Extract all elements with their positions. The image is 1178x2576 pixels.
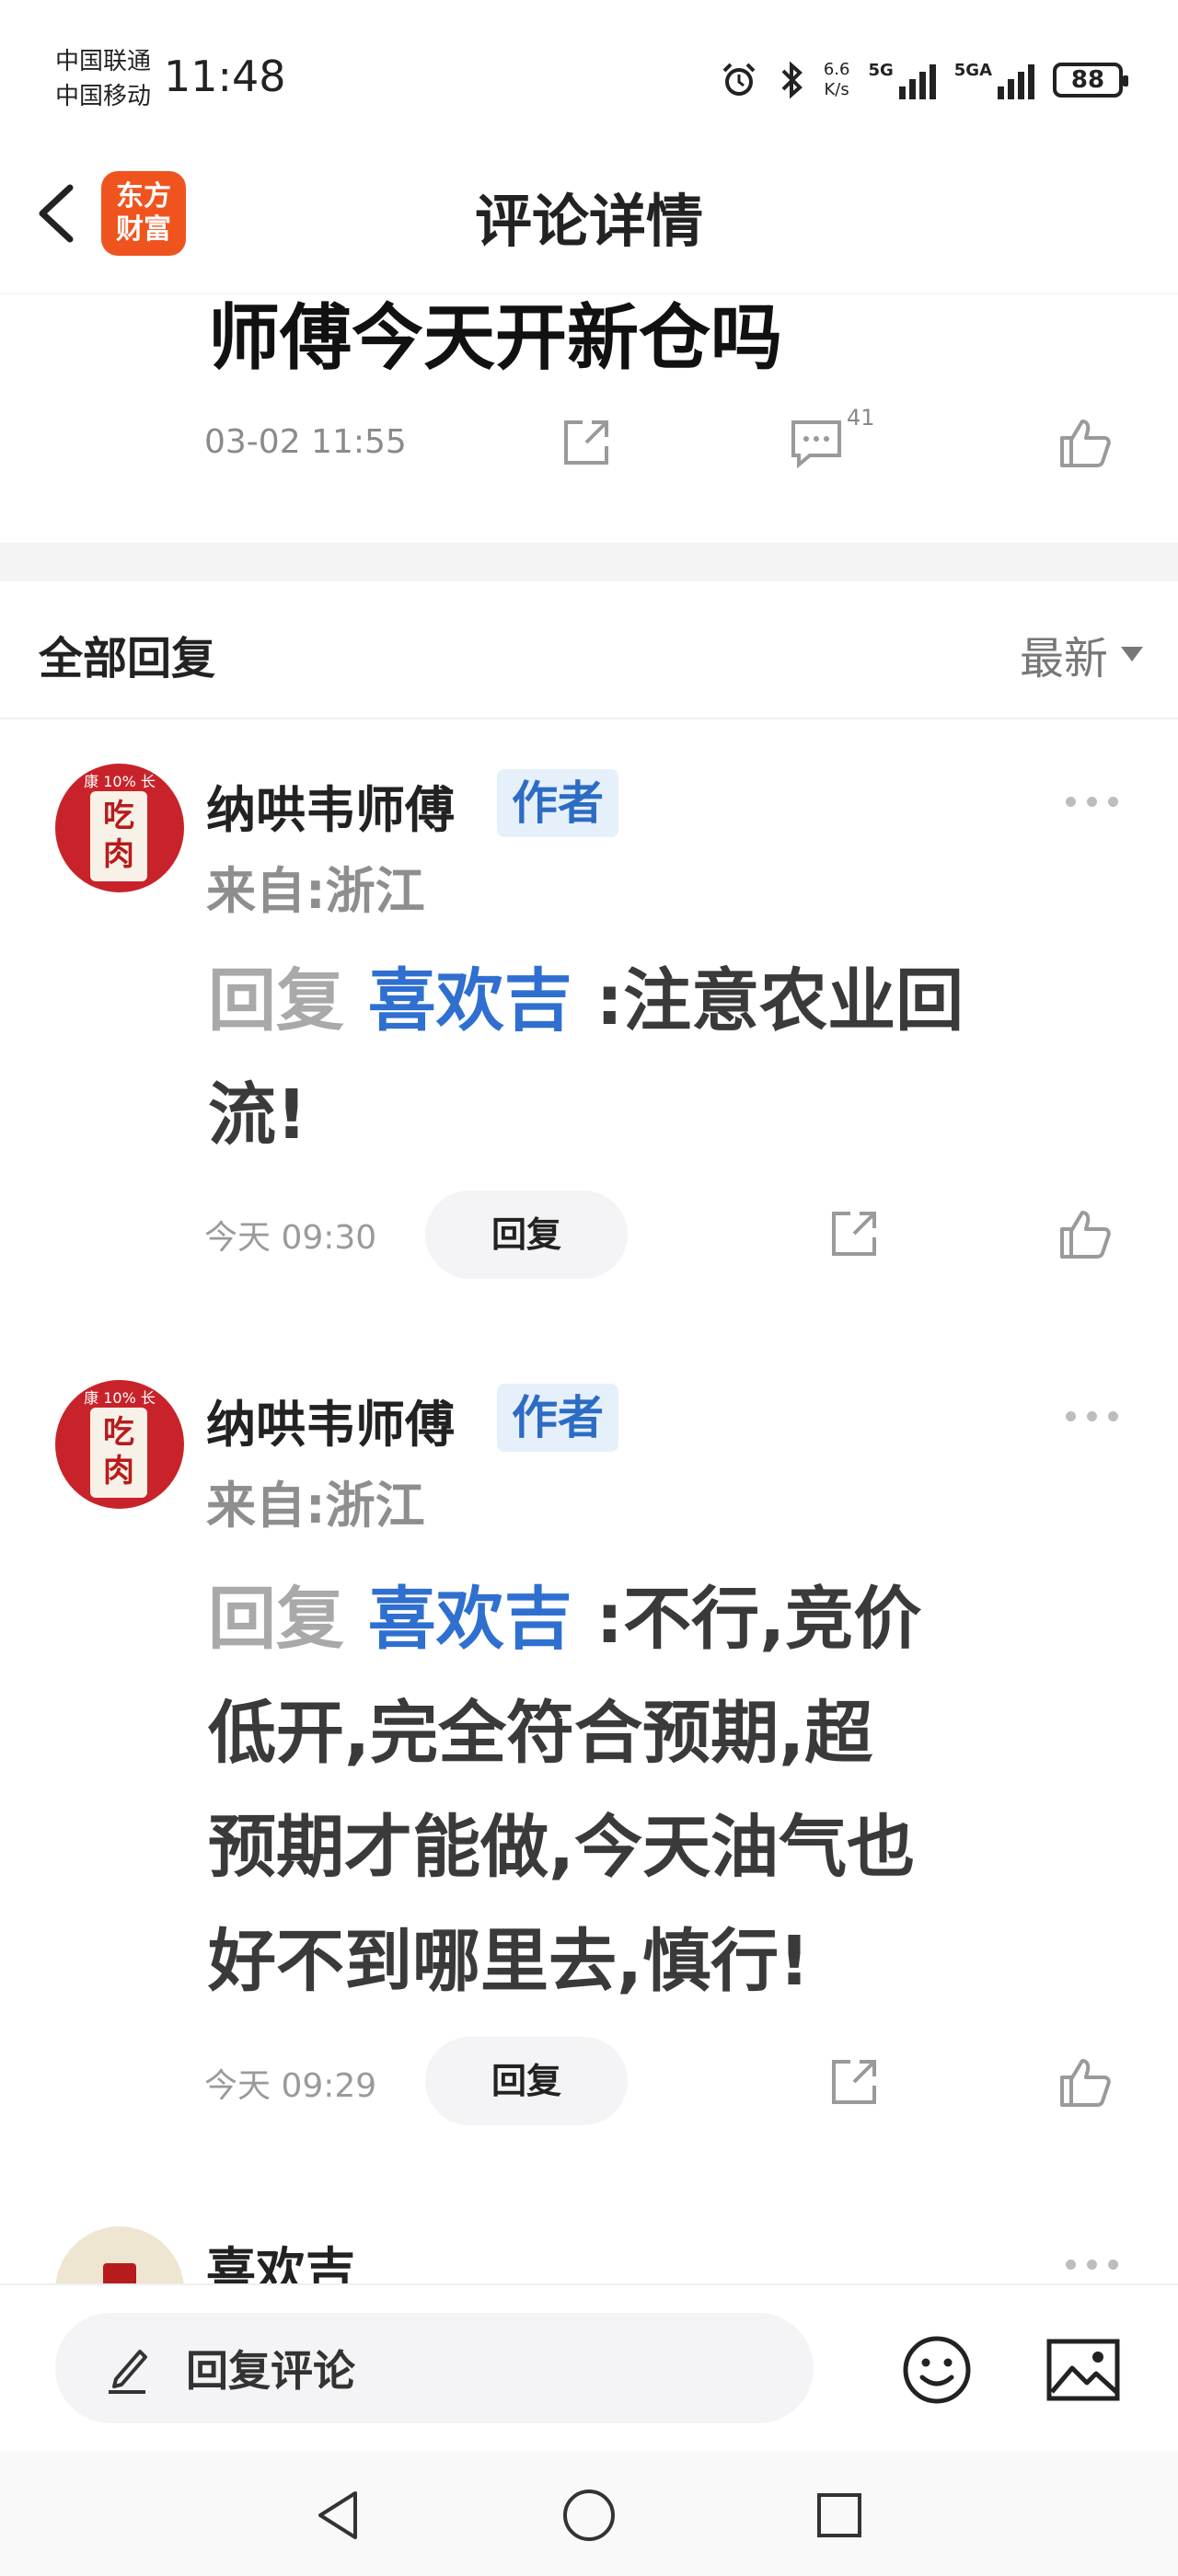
- network-speed: 6.6 K/s: [823, 60, 850, 99]
- thumbs-up-icon: [1060, 1211, 1111, 1259]
- share-button[interactable]: [822, 2050, 886, 2114]
- post-comment-button[interactable]: [784, 410, 849, 475]
- avatar-clip: [55, 2226, 184, 2283]
- emoji-button[interactable]: [898, 2331, 976, 2409]
- battery-icon: 88: [1053, 63, 1128, 98]
- user-name-clip: 喜欢吉: [206, 2230, 355, 2283]
- sort-dropdown[interactable]: 最新: [1020, 622, 1143, 686]
- location: 来自:浙江: [206, 862, 425, 920]
- user-name[interactable]: 喜欢吉: [206, 2230, 355, 2283]
- nav-home-button[interactable]: [552, 2480, 626, 2550]
- circle-home-icon: [563, 2490, 615, 2541]
- carrier-2: 中国移动: [55, 83, 152, 110]
- location: 来自:浙江: [206, 1477, 425, 1535]
- more-options-button[interactable]: [1066, 1411, 1118, 1421]
- triangle-back-icon: [318, 2491, 357, 2539]
- alarm-icon: [722, 63, 756, 96]
- share-icon: [564, 420, 608, 465]
- avatar[interactable]: 康 10% 长 吃肉: [55, 764, 184, 892]
- author-badge: 作者: [497, 1384, 618, 1452]
- page-title: 评论详情: [474, 188, 703, 255]
- section-divider: [0, 543, 1178, 581]
- carrier-1: 中国联通: [55, 48, 152, 75]
- image-button[interactable]: [1044, 2331, 1123, 2409]
- signal-5g-icon: 5G: [868, 61, 936, 99]
- reply-content: 回复 喜欢吉 :不行,竞价 低开,完全符合预期,超 预期才能做,今天油气也 好不…: [208, 1580, 922, 2001]
- mention-link[interactable]: 喜欢吉: [368, 961, 572, 1041]
- user-name[interactable]: 纳哄韦师傅: [206, 769, 455, 842]
- thumbs-up-icon: [1060, 420, 1111, 467]
- caret-down-icon: [1121, 647, 1143, 661]
- status-bar: 中国联通 中国移动 11:48 6.6 K/s 5G 5GA 88: [0, 0, 1178, 156]
- nav-back-button[interactable]: [302, 2480, 375, 2550]
- bluetooth-icon: [781, 61, 803, 99]
- more-options-button[interactable]: [1066, 797, 1118, 807]
- emoji-icon: [903, 2336, 971, 2404]
- post-date: 03-02 11:55: [204, 423, 407, 461]
- post-share-button[interactable]: [554, 410, 618, 475]
- nav-recents-button[interactable]: [803, 2480, 876, 2550]
- comment-input[interactable]: 回复评论: [55, 2313, 814, 2423]
- thumbs-up-icon: [1060, 2059, 1111, 2107]
- avatar[interactable]: 康 10% 长 吃肉: [55, 1380, 184, 1509]
- comment-count: 41: [847, 405, 875, 431]
- author-badge: 作者: [497, 769, 618, 837]
- avatar[interactable]: [55, 2226, 184, 2283]
- like-button[interactable]: [1053, 1202, 1117, 1266]
- image-icon: [1046, 2339, 1120, 2401]
- comment-placeholder: 回复评论: [186, 2346, 355, 2396]
- reply-content: 回复 喜欢吉 :注意农业回 流!: [208, 961, 964, 1155]
- carrier-info: 中国联通 中国移动: [55, 44, 151, 114]
- share-icon: [832, 1212, 876, 1256]
- signal-5ga-icon: 5GA: [954, 61, 1034, 99]
- divider: [0, 718, 1178, 719]
- more-options-button[interactable]: [1066, 2260, 1118, 2270]
- sort-label: 最新: [1019, 633, 1108, 684]
- post-like-button[interactable]: [1053, 410, 1117, 475]
- post-title: 师傅今天开新仓吗: [208, 297, 783, 380]
- comment-icon: [791, 420, 841, 469]
- like-button[interactable]: [1053, 2050, 1117, 2114]
- replies-title: 全部回复: [39, 633, 216, 684]
- status-icons: 6.6 K/s 5G 5GA 88: [719, 57, 1128, 103]
- reply-time: 今天 09:30: [204, 1219, 377, 1257]
- clock: 11:48: [164, 52, 286, 101]
- user-name[interactable]: 纳哄韦师傅: [206, 1384, 455, 1456]
- square-recents-icon: [817, 2493, 861, 2537]
- reply-button[interactable]: 回复: [425, 1190, 628, 1279]
- share-icon: [832, 2060, 876, 2104]
- mention-link[interactable]: 喜欢吉: [368, 1580, 572, 1659]
- reply-time: 今天 09:29: [204, 2067, 377, 2105]
- share-button[interactable]: [822, 1202, 886, 1266]
- pencil-icon: [109, 2350, 147, 2394]
- reply-button[interactable]: 回复: [425, 2037, 628, 2125]
